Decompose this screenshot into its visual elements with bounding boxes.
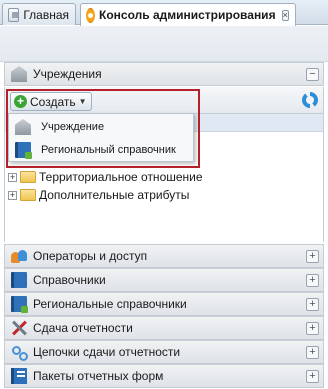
menu-item-institution[interactable]: Учреждение (9, 116, 193, 138)
panel-title-dictionaries: Справочники (33, 273, 106, 287)
panel-title-operators: Операторы и доступ (33, 249, 148, 263)
regional-book-icon (11, 296, 28, 313)
plus-icon: + (14, 95, 27, 108)
home-icon (8, 7, 20, 22)
create-dropdown-menu: Учреждение Региональный справочник (8, 113, 194, 162)
folder-icon (20, 171, 36, 183)
expand-toggle[interactable]: + (306, 250, 319, 263)
tab-strip: Главная Консоль администрирования × (0, 0, 328, 26)
create-button-label: Создать (30, 94, 76, 109)
panel-header-dictionaries[interactable]: Справочники + (4, 268, 324, 292)
tree-item-label: Дополнительные атрибуты (39, 188, 190, 202)
expand-toggle[interactable]: + (306, 370, 319, 383)
create-button[interactable]: + Создать ▼ (10, 92, 92, 111)
package-icon (11, 368, 27, 384)
chevron-down-icon: ▼ (78, 97, 87, 106)
tab-home-label: Главная (23, 7, 69, 22)
gear-icon (86, 7, 96, 23)
console-header-area (0, 26, 328, 62)
regional-book-icon (15, 142, 32, 159)
panel-header-operators[interactable]: Операторы и доступ + (4, 244, 324, 268)
expand-toggle[interactable]: + (306, 298, 319, 311)
panel-title-regional-dictionaries: Региональные справочники (33, 297, 187, 311)
expand-icon[interactable]: + (8, 190, 17, 200)
institution-icon (15, 119, 31, 135)
panel-header-chains[interactable]: Цепочки сдачи отчетности + (4, 340, 324, 364)
panel-title-chains: Цепочки сдачи отчетности (33, 345, 181, 359)
book-icon (11, 272, 27, 288)
expand-icon[interactable]: + (8, 172, 17, 182)
panel-title-institutions: Учреждения (33, 67, 102, 81)
tools-icon (11, 320, 27, 336)
expand-toggle[interactable]: + (306, 346, 319, 359)
panel-title-reporting: Сдача отчетности (33, 321, 133, 335)
expand-toggle[interactable]: + (306, 274, 319, 287)
tab-home[interactable]: Главная (2, 3, 76, 25)
panel-header-reporting[interactable]: Сдача отчетности + (4, 316, 324, 340)
panel-header-packages[interactable]: Пакеты отчетных форм + (4, 364, 324, 388)
menu-item-regional-dictionary[interactable]: Региональный справочник (9, 139, 193, 161)
close-icon[interactable]: × (281, 9, 289, 21)
refresh-icon[interactable] (302, 92, 318, 108)
tree-item[interactable]: + Территориальное отношение (8, 168, 203, 186)
menu-item-label: Учреждение (41, 121, 105, 133)
collapse-toggle[interactable]: − (306, 68, 319, 81)
institution-icon (11, 66, 27, 82)
expand-toggle[interactable]: + (306, 322, 319, 335)
tree-item-label: Территориальное отношение (39, 170, 203, 184)
panel-title-packages: Пакеты отчетных форм (33, 369, 164, 383)
tree-item[interactable]: + Дополнительные атрибуты (8, 186, 189, 204)
folder-icon (20, 189, 36, 201)
panel-header-institutions[interactable]: Учреждения − (4, 62, 324, 86)
panel-header-regional-dictionaries[interactable]: Региональные справочники + (4, 292, 324, 316)
chain-icon (11, 344, 28, 361)
users-icon (11, 248, 27, 264)
tab-admin-console-label: Консоль администрирования (99, 8, 276, 22)
menu-item-label: Региональный справочник (41, 144, 176, 156)
tab-admin-console[interactable]: Консоль администрирования × (80, 3, 296, 26)
